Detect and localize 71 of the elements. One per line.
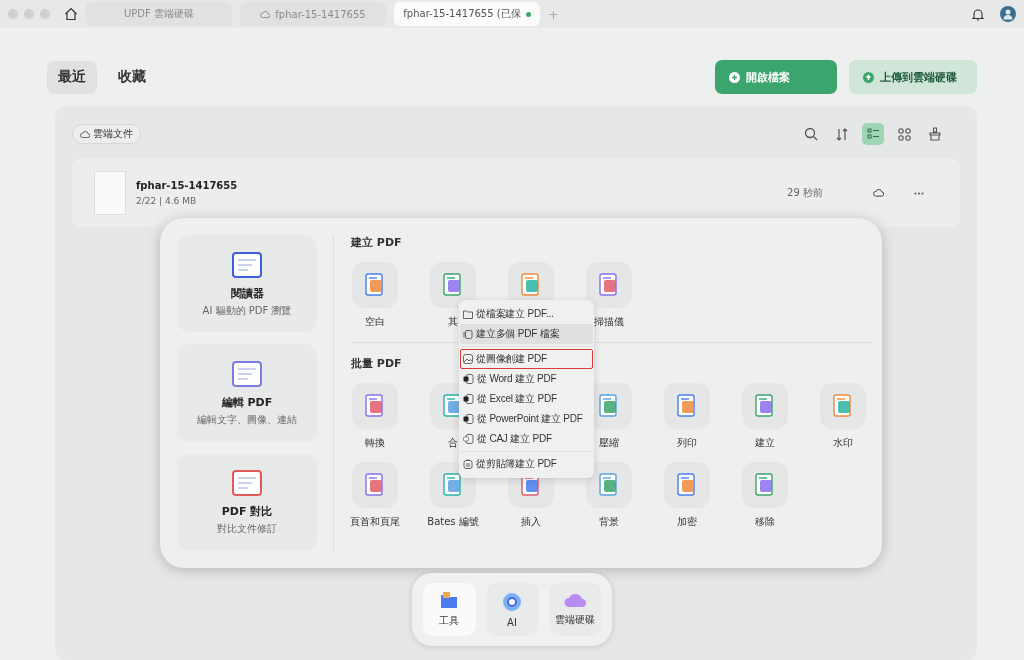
- cloud-icon: [260, 10, 271, 18]
- tool-button[interactable]: 建立: [741, 383, 789, 450]
- image-icon: [463, 354, 473, 364]
- document-icon: [463, 434, 474, 444]
- menu-item[interactable]: 建立多個 PDF 檔案: [460, 324, 593, 344]
- book-icon: [230, 249, 264, 280]
- menu-item[interactable]: 從圖像創建 PDF: [460, 349, 593, 369]
- view-tab[interactable]: 收藏: [107, 60, 157, 94]
- menu-item[interactable]: 從 PowerPoint 建立 PDF: [460, 409, 593, 429]
- plus-icon: [729, 71, 740, 83]
- file-row[interactable]: fphar-15-1417655 2/22 | 4.6 MB 29 秒前: [72, 159, 960, 227]
- file-name: fphar-15-1417655: [136, 180, 238, 191]
- folder-icon: [439, 591, 459, 609]
- tool-card[interactable]: PDF 對比 對比文件修訂: [177, 453, 317, 551]
- cloud-button[interactable]: [873, 189, 884, 197]
- dock-button[interactable]: 工具: [422, 583, 476, 636]
- upload-button[interactable]: 上傳到雲端硬碟: [849, 60, 977, 94]
- tool-card[interactable]: 閱讀器 AI 驅動的 PDF 瀏覽: [177, 235, 317, 333]
- dock-button[interactable]: 雲端硬碟: [548, 583, 602, 636]
- grid-icon: [897, 127, 911, 141]
- card-subtitle: 對比文件修訂: [217, 522, 277, 537]
- upload-icon: [863, 71, 874, 83]
- unsaved-dot: [525, 11, 531, 17]
- cloud-icon: [563, 592, 587, 608]
- folder-icon: [463, 309, 473, 319]
- tool-button[interactable]: 頁首和頁尾: [351, 462, 399, 529]
- section-title: 批量 PDF: [351, 356, 402, 371]
- card-title: 編輯 PDF: [221, 395, 273, 410]
- tool-button[interactable]: 轉換: [351, 383, 399, 450]
- card-subtitle: 編輯文字、圖像、連結: [197, 413, 297, 427]
- card-subtitle: AI 驅動的 PDF 瀏覽: [202, 303, 292, 318]
- cloud-documents-filter[interactable]: 雲端文件: [72, 124, 141, 144]
- ai-orb-icon: [502, 591, 522, 612]
- clipboard-icon: [463, 459, 473, 469]
- menu-item[interactable]: 從檔案建立 PDF...: [460, 304, 593, 324]
- tool-button[interactable]: 移除: [741, 462, 789, 529]
- more-icon: [914, 191, 924, 195]
- avatar-icon[interactable]: [1000, 6, 1016, 22]
- compare-document-icon: [230, 468, 264, 499]
- sort-icon: [836, 127, 848, 141]
- text-image-icon: [230, 359, 264, 389]
- documents-icon: [463, 329, 473, 339]
- home-icon[interactable]: [64, 7, 78, 21]
- more-button[interactable]: [914, 191, 924, 195]
- search-icon: [804, 127, 818, 141]
- view-tab[interactable]: 最近: [47, 60, 97, 94]
- office-file-icon: [463, 414, 474, 424]
- menu-item[interactable]: 從 Excel 建立 PDF: [460, 389, 593, 409]
- file-thumbnail: [94, 171, 126, 215]
- tool-button[interactable]: 加密: [663, 462, 711, 529]
- file-time: 29 秒前: [787, 186, 823, 200]
- card-title: 閱讀器: [230, 285, 264, 301]
- dock-button[interactable]: AI: [485, 583, 539, 636]
- tool-card[interactable]: 編輯 PDF 編輯文字、圖像、連結: [177, 344, 317, 442]
- tool-button[interactable]: 空白: [351, 262, 399, 329]
- section-title: 建立 PDF: [351, 235, 402, 250]
- menu-item[interactable]: 從 CAJ 建立 PDF: [460, 429, 593, 449]
- menu-item[interactable]: 從 Word 建立 PDF: [460, 369, 593, 389]
- broom-icon: [928, 127, 942, 141]
- card-title: PDF 對比: [221, 504, 273, 520]
- list-icon: [866, 128, 880, 140]
- list-button[interactable]: [862, 123, 884, 145]
- bell-icon[interactable]: [972, 7, 984, 21]
- cloud-icon: [80, 130, 90, 138]
- file-meta: 2/22 | 4.6 MB: [136, 196, 198, 206]
- tool-button[interactable]: 列印: [663, 383, 711, 450]
- cloud-icon: [873, 189, 884, 197]
- office-file-icon: [463, 394, 474, 404]
- document-tab[interactable]: fphar-15-1417655 (已保: [394, 2, 540, 26]
- office-file-icon: [463, 374, 474, 384]
- tool-button[interactable]: 水印: [819, 383, 867, 450]
